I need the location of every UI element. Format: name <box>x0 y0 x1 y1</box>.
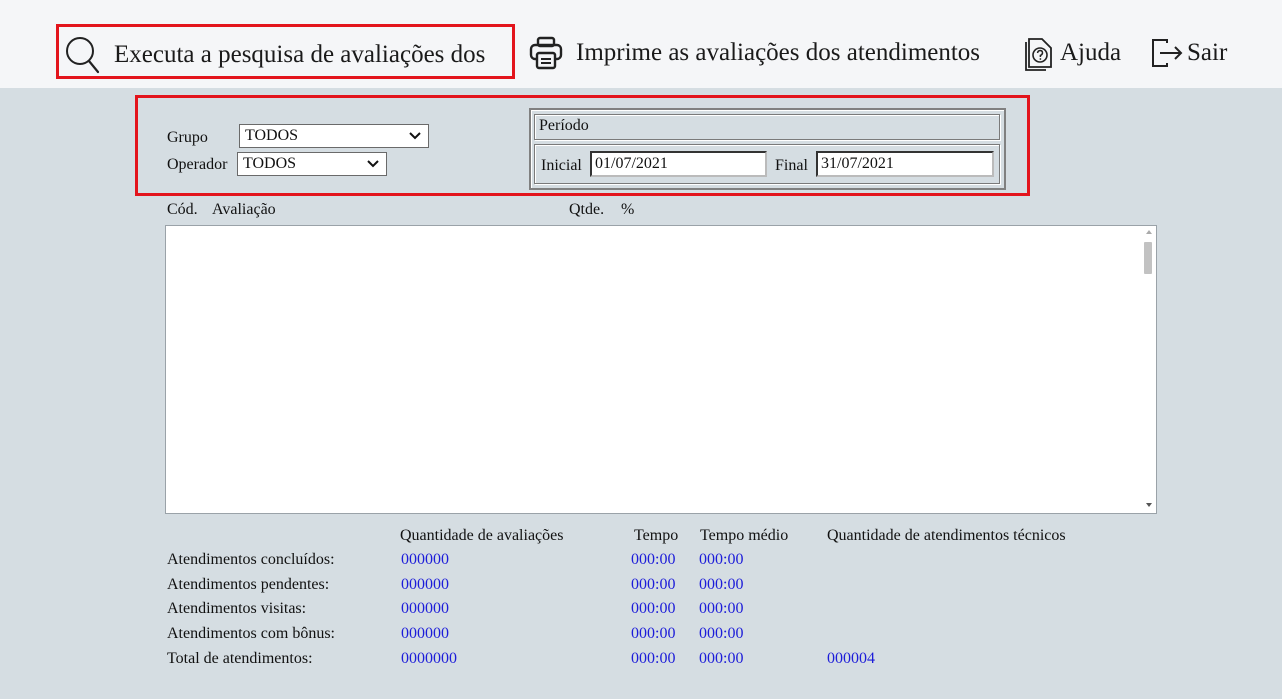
row-medio: 000:00 <box>699 600 744 617</box>
header-percent: % <box>621 201 635 218</box>
row-medio: 000:00 <box>699 551 744 568</box>
operador-select-value: TODOS <box>243 155 297 172</box>
periodo-legend: Período <box>534 114 1000 140</box>
exit-button[interactable]: Sair <box>1150 35 1227 71</box>
list-scrollbar[interactable] <box>1140 226 1156 513</box>
exit-button-label: Sair <box>1187 39 1228 66</box>
row-label: Total de atendimentos: <box>167 650 313 667</box>
row-tempo: 000:00 <box>631 650 676 667</box>
evaluations-list[interactable] <box>165 225 1157 514</box>
help-button-label: Ajuda <box>1060 39 1122 66</box>
header-avaliacao: Avaliação <box>212 201 276 218</box>
header-cod: Cód. <box>167 201 198 218</box>
exit-icon <box>1150 35 1184 71</box>
col-quantidade: Quantidade de avaliações <box>400 527 564 544</box>
row-qtd: 000000 <box>401 625 449 642</box>
col-tempo-medio: Tempo médio <box>700 527 789 544</box>
scroll-thumb[interactable] <box>1144 242 1152 274</box>
grupo-label: Grupo <box>167 129 208 146</box>
print-button-label: Imprime as avaliações dos atendimentos <box>576 39 981 66</box>
inicial-label: Inicial <box>541 157 582 174</box>
periodo-label: Período <box>539 117 589 134</box>
row-label: Atendimentos concluídos: <box>167 551 335 568</box>
row-qtd: 0000000 <box>401 650 457 667</box>
row-qtd: 000000 <box>401 600 449 617</box>
inicial-date-input[interactable]: 01/07/2021 <box>590 151 767 177</box>
help-icon <box>1022 35 1054 71</box>
operador-label: Operador <box>167 156 228 173</box>
row-medio: 000:00 <box>699 625 744 642</box>
toolbar: Executa a pesquisa de avaliações dos Imp… <box>0 0 1282 88</box>
row-qtd: 000000 <box>401 576 449 593</box>
row-label: Atendimentos visitas: <box>167 600 307 617</box>
row-label: Atendimentos pendentes: <box>167 576 330 593</box>
periodo-group: Período <box>529 108 1006 190</box>
search-highlight <box>56 24 515 79</box>
scroll-up-icon[interactable] <box>1146 230 1152 234</box>
row-qtd: 000000 <box>401 551 449 568</box>
row-medio: 000:00 <box>699 650 744 667</box>
grupo-select[interactable]: TODOS <box>239 124 429 148</box>
chevron-down-icon <box>408 128 422 150</box>
row-label: Atendimentos com bônus: <box>167 625 335 642</box>
final-label: Final <box>775 157 808 174</box>
chevron-down-icon <box>366 156 380 178</box>
final-date-input[interactable]: 31/07/2021 <box>816 151 994 177</box>
row-tempo: 000:00 <box>631 576 676 593</box>
row-tempo: 000:00 <box>631 625 676 642</box>
printer-icon <box>529 35 563 71</box>
row-tecnicos: 000004 <box>827 650 875 667</box>
help-button[interactable]: Ajuda <box>1022 35 1121 71</box>
grupo-select-value: TODOS <box>245 127 299 144</box>
print-button[interactable]: Imprime as avaliações dos atendimentos <box>529 35 980 71</box>
row-tempo: 000:00 <box>631 600 676 617</box>
row-tempo: 000:00 <box>631 551 676 568</box>
col-tecnicos: Quantidade de atendimentos técnicos <box>827 527 1066 544</box>
scroll-down-icon[interactable] <box>1146 503 1152 507</box>
operador-select[interactable]: TODOS <box>237 152 387 176</box>
col-tempo: Tempo <box>634 527 679 544</box>
row-medio: 000:00 <box>699 576 744 593</box>
header-qtde: Qtde. <box>569 201 605 218</box>
